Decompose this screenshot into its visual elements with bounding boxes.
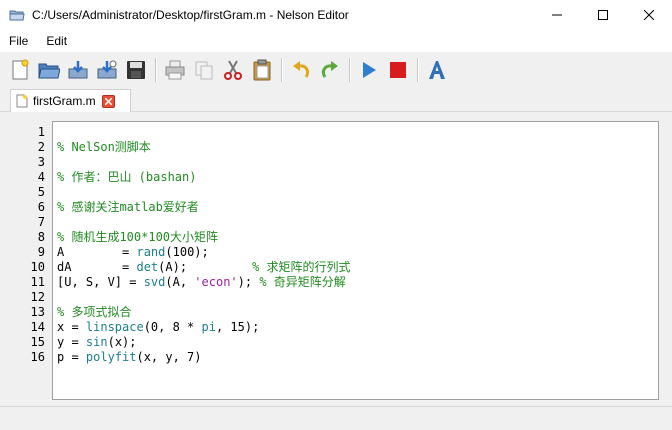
- open-file-button[interactable]: [35, 55, 63, 85]
- maximize-icon: [598, 10, 608, 20]
- toolbar: [0, 52, 672, 88]
- line-number: 8: [37, 230, 45, 244]
- toolbar-separator: [281, 58, 283, 82]
- code-line: [U, S, V] = svd(A, 'econ'); % 奇异矩阵分解: [57, 275, 346, 289]
- window-title: C:/Users/Administrator/Desktop/firstGram…: [32, 8, 349, 22]
- save-as-icon: [97, 60, 117, 79]
- line-number: 1: [37, 125, 45, 139]
- line-number: 5: [37, 185, 45, 199]
- minimize-button[interactable]: [534, 0, 580, 30]
- code-line: A = rand(100);: [57, 245, 209, 259]
- line-number: 7: [37, 215, 45, 229]
- code-line: y = sin(x);: [57, 335, 137, 349]
- code-line: % 感谢关注matlab爱好者: [57, 200, 199, 214]
- maximize-button[interactable]: [580, 0, 626, 30]
- code-line: x = linspace(0, 8 * pi, 15);: [57, 320, 260, 334]
- tab-close-button[interactable]: [101, 94, 115, 108]
- line-number: 13: [30, 305, 45, 319]
- line-number: 16: [30, 350, 45, 364]
- code-line: % 作者：巴山 (bashan): [57, 170, 197, 184]
- redo-button[interactable]: [316, 55, 344, 85]
- line-number: 6: [37, 200, 45, 214]
- line-number: 3: [37, 155, 45, 169]
- save-as-button[interactable]: [93, 55, 121, 85]
- line-number: 9: [37, 245, 45, 259]
- save-all-icon: [127, 61, 145, 79]
- line-number: 4: [37, 170, 45, 184]
- code-line: % NelSon测脚本: [57, 140, 151, 154]
- close-window-button[interactable]: [626, 0, 672, 30]
- code-area[interactable]: % NelSon测脚本 % 作者：巴山 (bashan) % 感谢关注matlab爱…: [57, 125, 351, 365]
- minimize-icon: [552, 14, 562, 16]
- stop-button[interactable]: [384, 55, 412, 85]
- undo-icon: [293, 61, 310, 78]
- code-line: % 随机生成100*100大小矩阵: [57, 230, 219, 244]
- code-line: p = polyfit(x, y, 7): [57, 350, 202, 364]
- copy-button[interactable]: [190, 55, 218, 85]
- font-button[interactable]: [423, 55, 451, 85]
- tab-label: firstGram.m: [33, 94, 96, 108]
- new-file-button[interactable]: [6, 55, 34, 85]
- close-icon: [104, 97, 112, 105]
- menu-file[interactable]: File: [4, 34, 33, 48]
- undo-button[interactable]: [287, 55, 315, 85]
- line-number: 12: [30, 290, 45, 304]
- print-icon: [165, 60, 185, 80]
- toolbar-separator: [349, 58, 351, 82]
- print-button[interactable]: [161, 55, 189, 85]
- run-icon: [363, 62, 376, 78]
- editor-frame: 1 2 3 4 5 6 7 8 9 10 11 12 13 14 15 16 % NelSon测脚本% 作者：…: [2, 113, 670, 405]
- title-bar: C:/Users/Administrator/Desktop/firstGram…: [0, 0, 672, 30]
- save-button[interactable]: [64, 55, 92, 85]
- cut-icon: [224, 60, 242, 80]
- run-button[interactable]: [355, 55, 383, 85]
- paste-icon: [253, 59, 271, 81]
- menu-bar: File Edit: [0, 30, 672, 52]
- line-number: 10: [30, 260, 45, 274]
- line-number: 11: [30, 275, 45, 289]
- cut-button[interactable]: [219, 55, 247, 85]
- save-all-button[interactable]: [122, 55, 150, 85]
- paste-button[interactable]: [248, 55, 276, 85]
- code-editor[interactable]: % NelSon测脚本 % 作者：巴山 (bashan) % 感谢关注matlab爱…: [52, 121, 659, 400]
- file-icon: [16, 94, 28, 108]
- line-number-gutter: 1 2 3 4 5 6 7 8 9 10 11 12 13 14 15 16: [2, 125, 50, 365]
- menu-edit[interactable]: Edit: [41, 34, 72, 48]
- toolbar-separator: [417, 58, 419, 82]
- toolbar-separator: [155, 58, 157, 82]
- copy-icon: [195, 61, 213, 80]
- new-file-icon: [12, 59, 29, 80]
- line-number: 14: [30, 320, 45, 334]
- line-number: 2: [37, 140, 45, 154]
- close-icon: [644, 10, 654, 20]
- line-number: 15: [30, 335, 45, 349]
- status-bar: [0, 406, 672, 430]
- code-line: dA = det(A); % 求矩阵的行列式: [57, 260, 351, 274]
- tab-bar: firstGram.m: [0, 88, 672, 112]
- redo-icon: [321, 61, 338, 78]
- tab-firstgram[interactable]: firstGram.m: [10, 89, 131, 112]
- stop-icon: [390, 62, 406, 78]
- folder-app-icon: [9, 7, 25, 23]
- open-folder-icon: [38, 63, 60, 79]
- save-icon: [68, 61, 88, 79]
- font-icon: [429, 61, 445, 79]
- code-line: % 多项式拟合: [57, 305, 132, 319]
